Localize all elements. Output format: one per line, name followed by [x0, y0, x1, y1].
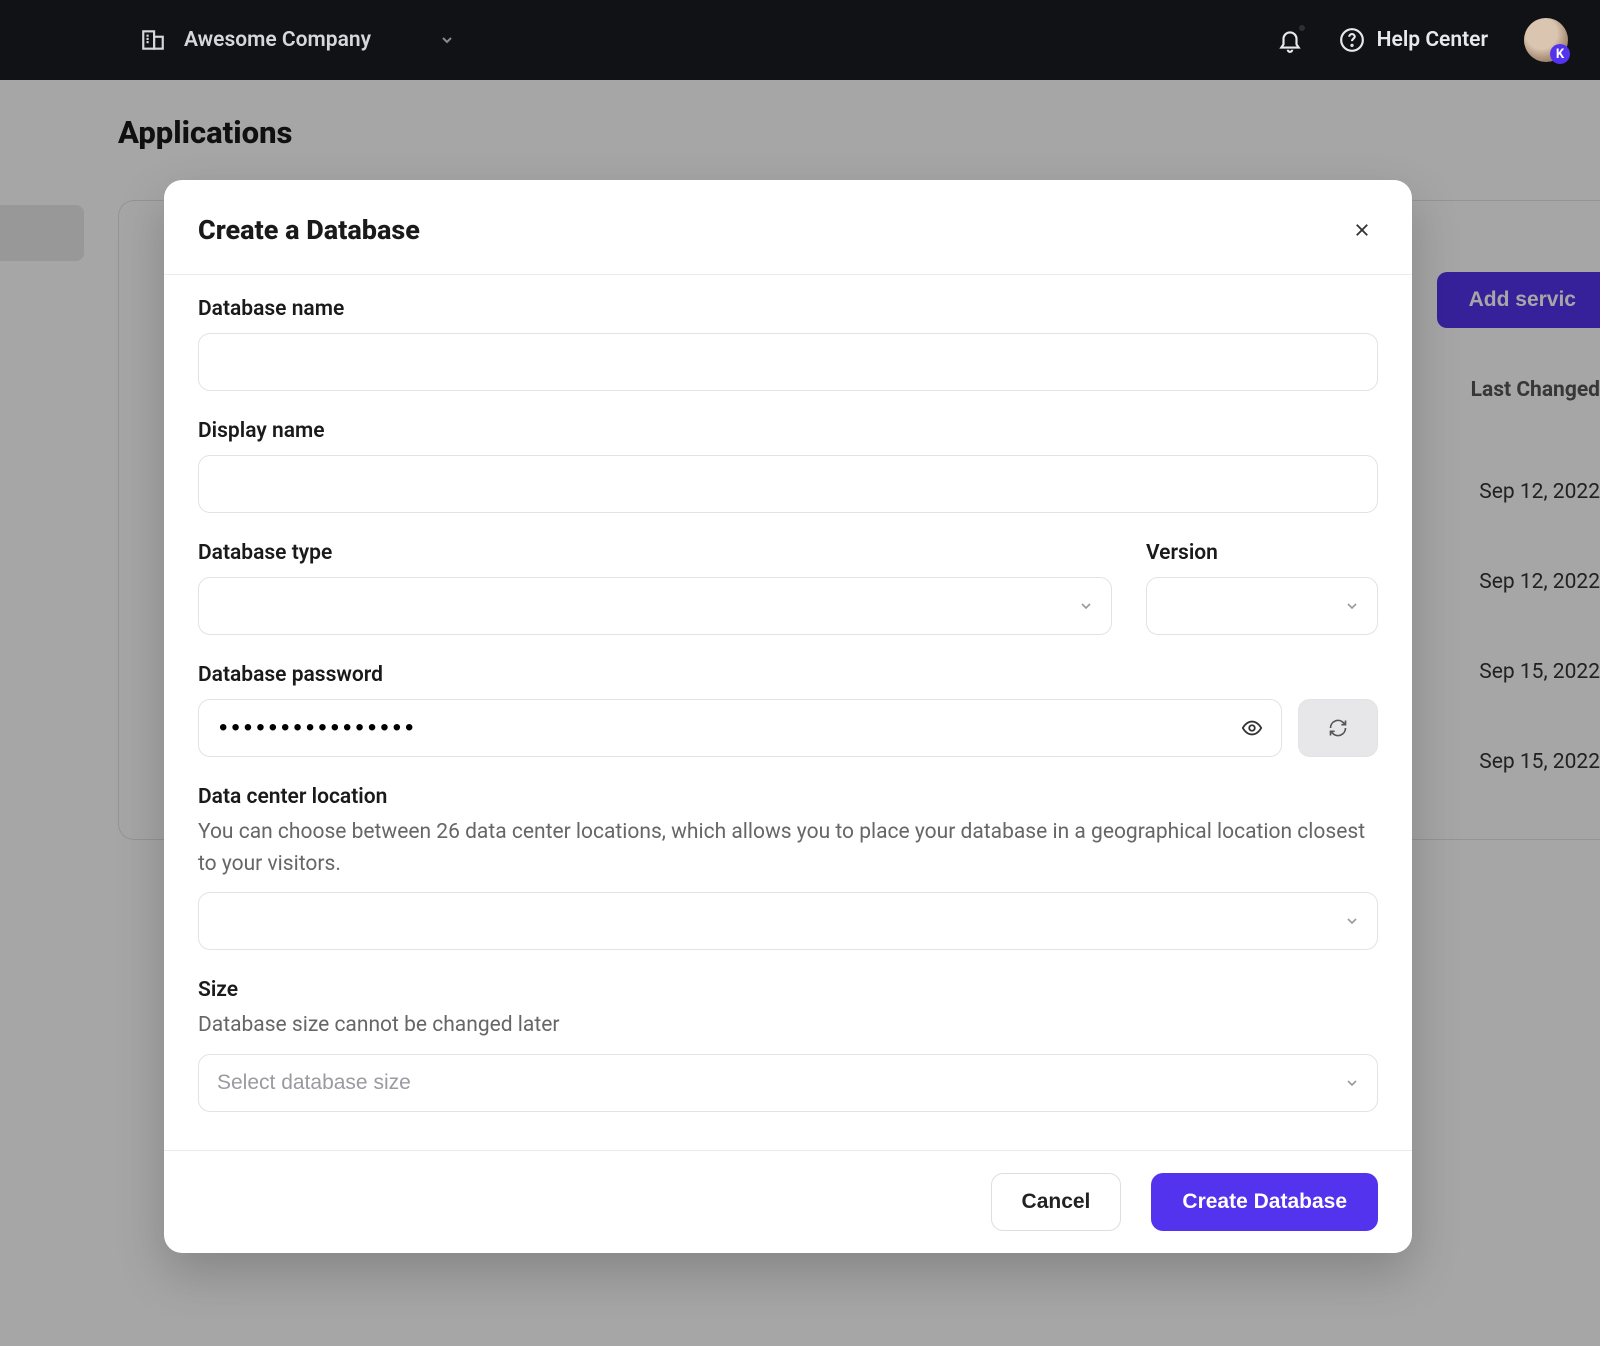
avatar[interactable]	[1524, 18, 1568, 62]
close-icon	[1353, 221, 1371, 239]
dc-location-select[interactable]	[198, 892, 1378, 950]
version-label: Version	[1146, 541, 1378, 565]
building-icon	[140, 27, 166, 53]
create-database-modal: Create a Database Database name Display …	[164, 180, 1412, 1253]
eye-icon	[1241, 717, 1263, 739]
display-name-label: Display name	[198, 419, 1378, 443]
toggle-password-visibility[interactable]	[1236, 712, 1268, 744]
refresh-icon	[1328, 718, 1348, 738]
size-help: Database size cannot be changed later	[198, 1010, 1378, 1042]
dc-location-help: You can choose between 26 data center lo…	[198, 817, 1378, 880]
dc-location-label: Data center location	[198, 785, 1378, 809]
modal-title: Create a Database	[198, 214, 420, 246]
size-label: Size	[198, 978, 1378, 1002]
db-password-input[interactable]	[198, 699, 1282, 757]
company-selector[interactable]: Awesome Company	[128, 19, 467, 61]
db-password-label: Database password	[198, 663, 1378, 687]
company-name: Awesome Company	[184, 28, 371, 52]
db-name-input[interactable]	[198, 333, 1378, 391]
help-icon	[1339, 27, 1365, 53]
help-center-link[interactable]: Help Center	[1339, 27, 1488, 53]
db-type-select[interactable]	[198, 577, 1112, 635]
db-type-label: Database type	[198, 541, 1112, 565]
top-bar: Awesome Company Help Center	[0, 0, 1600, 80]
notifications-button[interactable]	[1277, 27, 1303, 53]
size-select[interactable]: Select database size	[198, 1054, 1378, 1112]
db-name-label: Database name	[198, 297, 1378, 321]
bell-dot	[1297, 23, 1307, 33]
display-name-input[interactable]	[198, 455, 1378, 513]
regenerate-password-button[interactable]	[1298, 699, 1378, 757]
help-center-label: Help Center	[1377, 28, 1488, 52]
version-select[interactable]	[1146, 577, 1378, 635]
cancel-button[interactable]: Cancel	[991, 1173, 1122, 1231]
chevron-down-icon	[439, 32, 455, 48]
modal-close-button[interactable]	[1346, 214, 1378, 246]
create-database-button[interactable]: Create Database	[1151, 1173, 1378, 1231]
